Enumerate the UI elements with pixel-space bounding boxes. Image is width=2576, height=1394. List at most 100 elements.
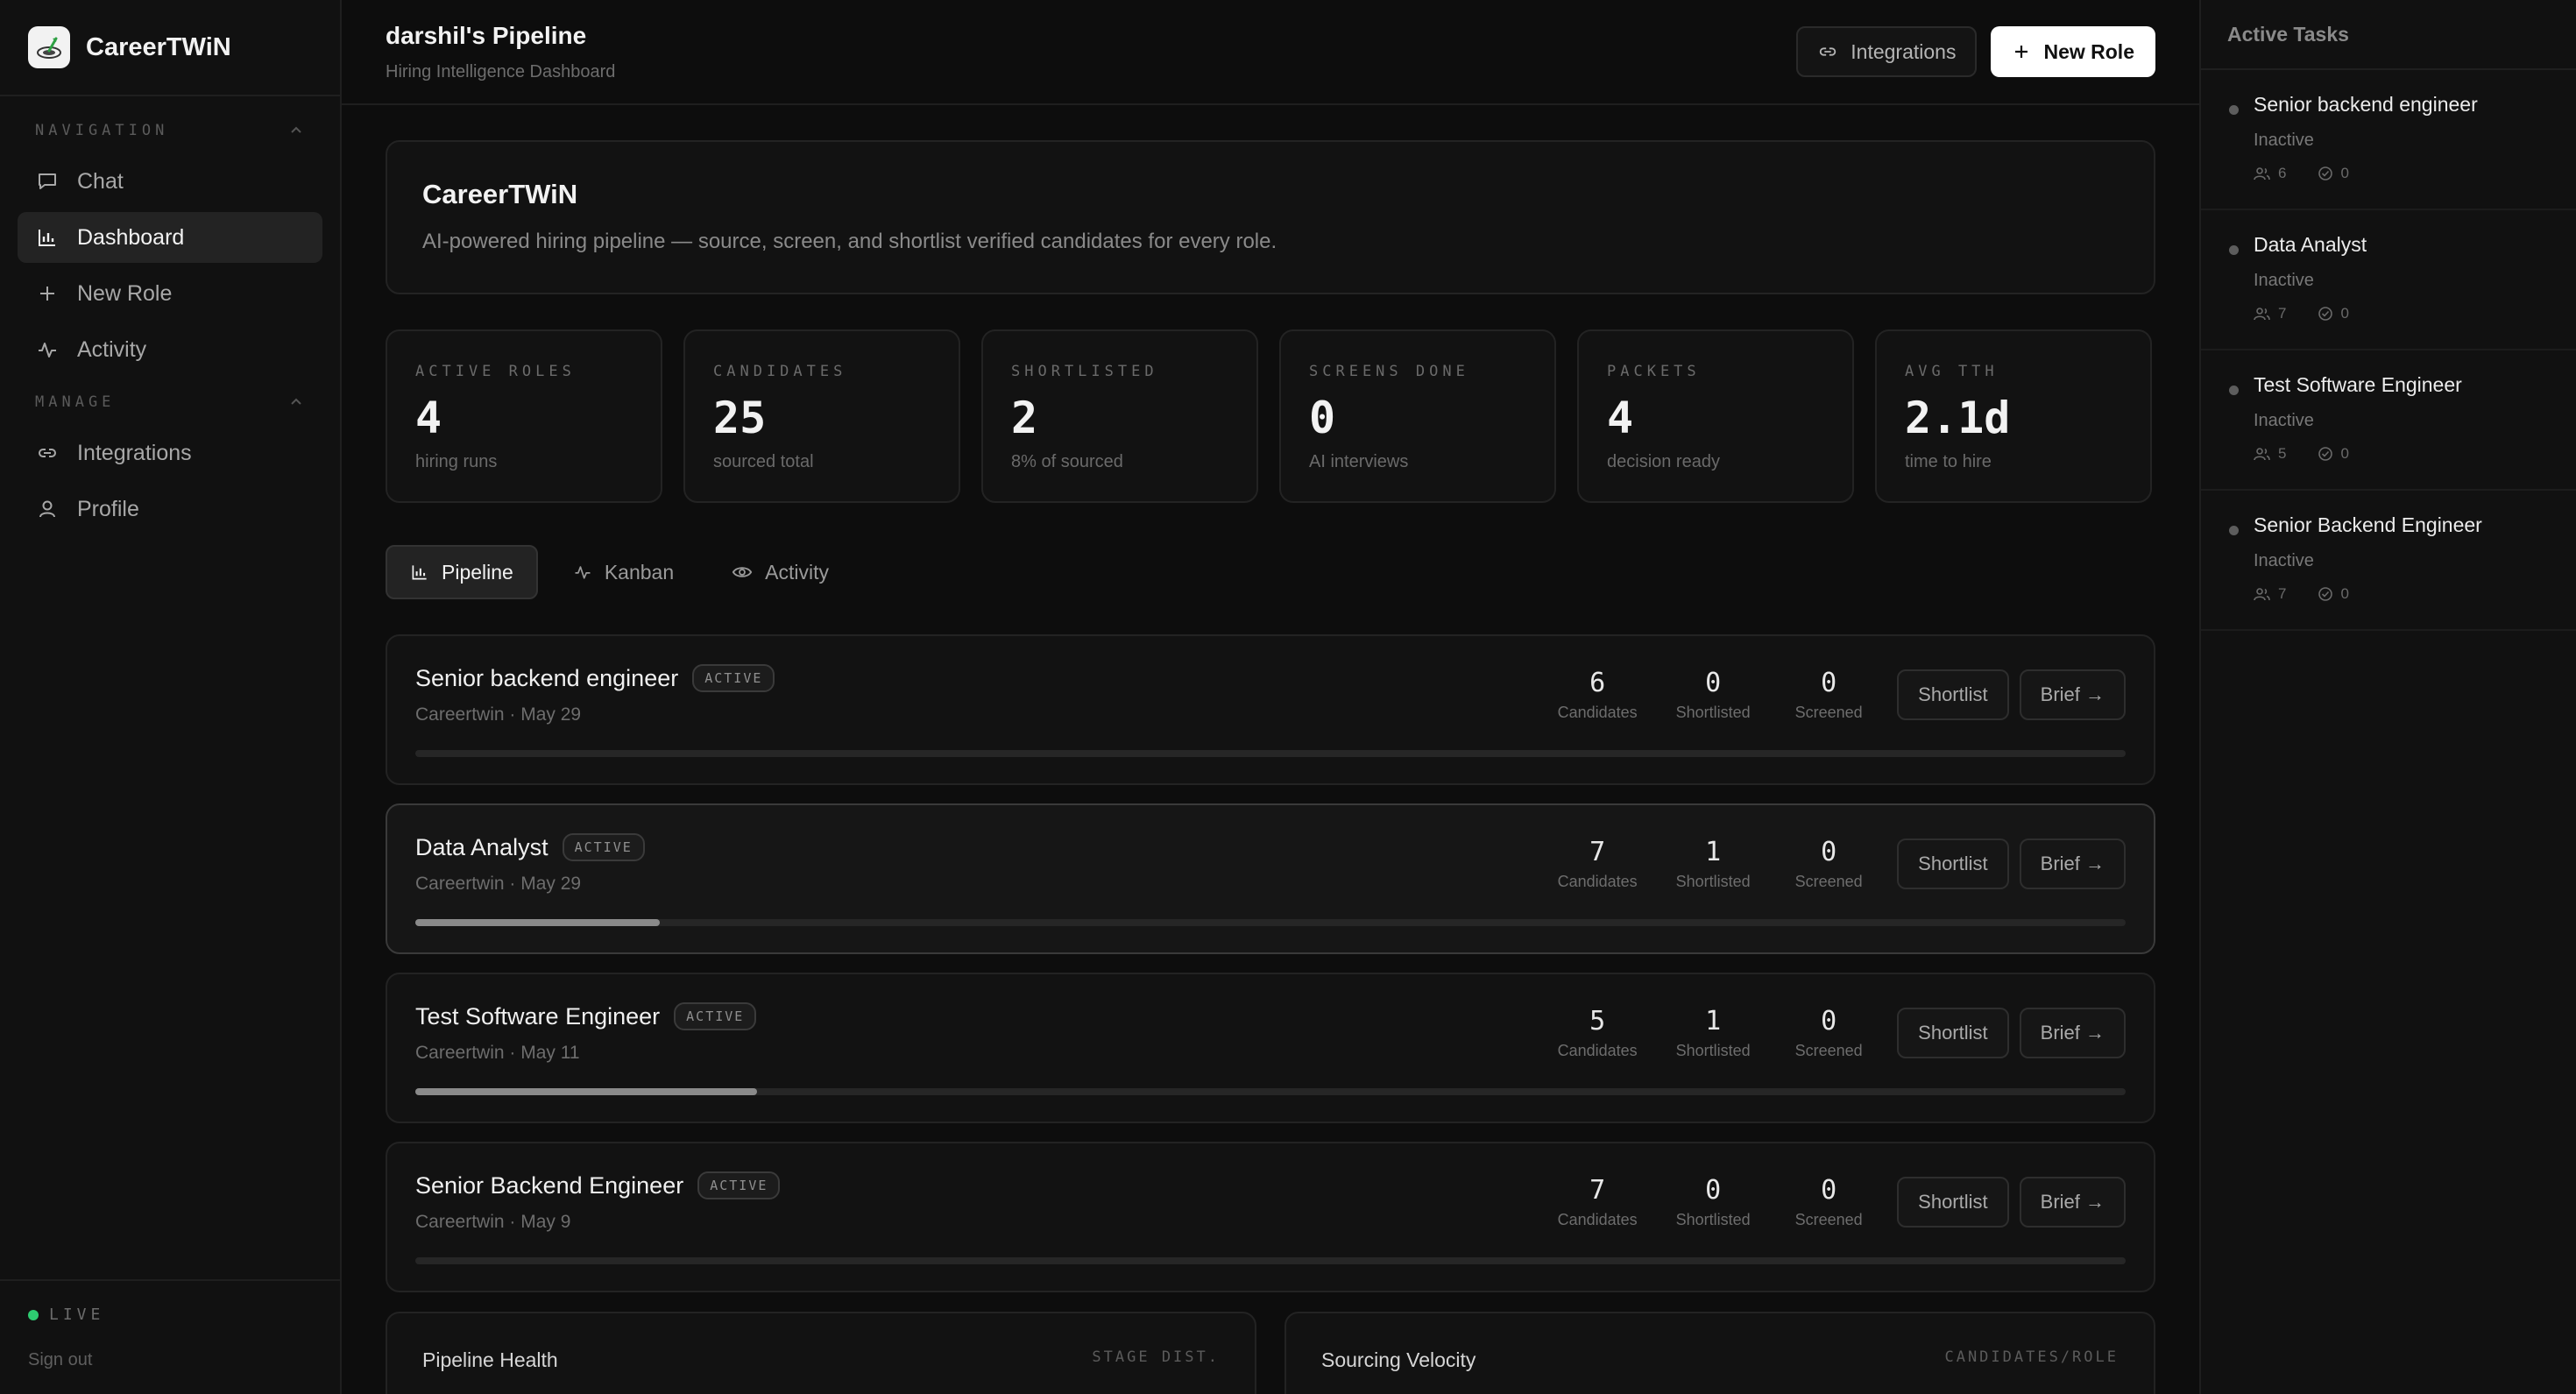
brief-button[interactable]: Brief →: [2019, 1177, 2126, 1228]
task-title: Senior backend engineer: [2254, 93, 2478, 116]
task-item[interactable]: Data Analyst Inactive 7 0: [2201, 210, 2576, 350]
sidebar-item-profile[interactable]: Profile: [18, 484, 322, 534]
task-people-count: 5: [2278, 445, 2287, 462]
role-progress-fill: [415, 1088, 758, 1095]
stat-value: 2.1d: [1905, 393, 2011, 443]
panel-tag: STAGE DIST.: [1092, 1348, 1220, 1366]
users-icon: [2254, 308, 2270, 321]
role-list: Senior backend engineer ACTIVE Careertwi…: [386, 634, 2155, 1292]
sidebar-item-activity[interactable]: Activity: [18, 324, 322, 375]
chat-icon: [35, 169, 60, 194]
sidebar-item-chat[interactable]: Chat: [18, 156, 322, 207]
live-label: LIVE: [49, 1306, 105, 1324]
users-icon: [2254, 167, 2270, 180]
live-dot-icon: [28, 1309, 39, 1320]
stat-sub: time to hire: [1905, 452, 1992, 471]
chevron-up-icon: [291, 126, 301, 133]
stat-sub: hiring runs: [415, 452, 498, 471]
nav-section-navigation[interactable]: NAVIGATION: [0, 117, 340, 144]
check-circle-icon: [2318, 166, 2333, 180]
candidates-metric: 7 Candidates: [1539, 837, 1655, 891]
stat-card-shortlisted: SHORTLISTED 2 8% of sourced: [981, 329, 1258, 503]
stat-label: SCREENS DONE: [1309, 363, 1469, 380]
stat-sub: sourced total: [713, 452, 814, 471]
metric-label: Shortlisted: [1675, 1211, 1751, 1228]
status-dot-icon: [2229, 105, 2239, 115]
role-card[interactable]: Senior Backend Engineer ACTIVE Careertwi…: [386, 1142, 2155, 1292]
shortlisted-metric: 1 Shortlisted: [1655, 837, 1771, 891]
candidates-metric: 6 Candidates: [1539, 668, 1655, 722]
user-icon: [35, 497, 60, 521]
check-circle-icon: [2318, 447, 2333, 461]
sidebar-item-label: Dashboard: [77, 224, 185, 250]
stat-label: AVG TTH: [1905, 363, 1999, 380]
metric-value: 6: [1589, 668, 1606, 698]
sidebar-item-integrations[interactable]: Integrations: [18, 428, 322, 478]
stat-card-avg-tth: AVG TTH 2.1d time to hire: [1875, 329, 2152, 503]
metric-label: Candidates: [1557, 1211, 1638, 1228]
brief-button[interactable]: Brief →: [2019, 1008, 2126, 1058]
metric-label: Screened: [1794, 1211, 1863, 1228]
shortlisted-metric: 0 Shortlisted: [1655, 1175, 1771, 1229]
role-name: Senior Backend Engineer: [415, 1171, 684, 1199]
status-badge: ACTIVE: [692, 664, 775, 692]
sidebar-item-dashboard[interactable]: Dashboard: [18, 212, 322, 263]
sidebar-item-label: New Role: [77, 280, 173, 306]
metric-label: Shortlisted: [1675, 704, 1751, 721]
stat-value: 25: [713, 393, 767, 443]
metric-value: 1: [1705, 837, 1722, 867]
role-card[interactable]: Data Analyst ACTIVE Careertwin · May 29 …: [386, 803, 2155, 954]
task-status: Inactive: [2254, 551, 2314, 570]
activity-icon: [35, 337, 60, 362]
stat-sub: decision ready: [1607, 452, 1720, 471]
task-item[interactable]: Senior Backend Engineer Inactive 7 0: [2201, 491, 2576, 631]
sidebar-item-label: Profile: [77, 496, 139, 521]
tab-activity[interactable]: Activity: [709, 545, 852, 599]
brand[interactable]: CareerTWiN: [0, 0, 340, 96]
page-subtitle: Hiring Intelligence Dashboard: [386, 61, 616, 81]
sidebar-item-new-role[interactable]: New Role: [18, 268, 322, 319]
sign-out-link[interactable]: Sign out: [28, 1350, 312, 1370]
task-done-count: 0: [2340, 165, 2349, 181]
role-progress-track: [415, 1257, 2126, 1264]
panel-title: Sourcing Velocity: [1321, 1348, 1476, 1371]
analytics-panels: Pipeline Health STAGE DIST. Sourcing Vel…: [386, 1312, 2155, 1394]
plus-icon: [35, 281, 60, 306]
role-progress-track: [415, 750, 2126, 757]
tab-pipeline[interactable]: Pipeline: [386, 545, 538, 599]
sidebar-footer: LIVE Sign out: [0, 1279, 340, 1394]
role-card[interactable]: Test Software Engineer ACTIVE Careertwin…: [386, 973, 2155, 1123]
tab-label: Kanban: [604, 560, 675, 584]
task-title: Senior Backend Engineer: [2254, 513, 2482, 536]
screened-metric: 0 Screened: [1771, 837, 1886, 891]
task-done-count: 0: [2340, 305, 2349, 322]
task-status: Inactive: [2254, 271, 2314, 290]
role-name: Test Software Engineer: [415, 1002, 661, 1030]
task-item[interactable]: Senior backend engineer Inactive 6 0: [2201, 70, 2576, 210]
status-badge: ACTIVE: [697, 1171, 781, 1199]
new-role-button[interactable]: New Role: [1991, 26, 2155, 77]
integrations-button[interactable]: Integrations: [1796, 26, 1978, 77]
brief-button[interactable]: Brief →: [2019, 669, 2126, 720]
stat-value: 0: [1309, 393, 1336, 443]
screened-metric: 0 Screened: [1771, 668, 1886, 722]
brand-name: CareerTWiN: [86, 32, 231, 61]
panel-title: Pipeline Health: [422, 1348, 558, 1371]
metric-value: 0: [1821, 668, 1837, 698]
role-card[interactable]: Senior backend engineer ACTIVE Careertwi…: [386, 634, 2155, 785]
status-dot-icon: [2229, 386, 2239, 395]
shortlist-button[interactable]: Shortlist: [1897, 1177, 2009, 1228]
nav-section-manage[interactable]: MANAGE: [0, 389, 340, 415]
stat-sub: AI interviews: [1309, 452, 1409, 471]
shortlist-button[interactable]: Shortlist: [1897, 669, 2009, 720]
active-tasks-panel: Active Tasks Senior backend engineer Ina…: [2199, 0, 2576, 1394]
shortlist-button[interactable]: Shortlist: [1897, 1008, 2009, 1058]
task-item[interactable]: Test Software Engineer Inactive 5 0: [2201, 350, 2576, 491]
page-title: darshil's Pipeline: [386, 21, 587, 49]
stat-value: 4: [1607, 393, 1634, 443]
stat-card-active-roles: ACTIVE ROLES 4 hiring runs: [386, 329, 662, 503]
tab-kanban[interactable]: Kanban: [550, 545, 697, 599]
shortlist-button[interactable]: Shortlist: [1897, 839, 2009, 889]
metric-value: 1: [1705, 1006, 1722, 1037]
brief-button[interactable]: Brief →: [2019, 839, 2126, 889]
